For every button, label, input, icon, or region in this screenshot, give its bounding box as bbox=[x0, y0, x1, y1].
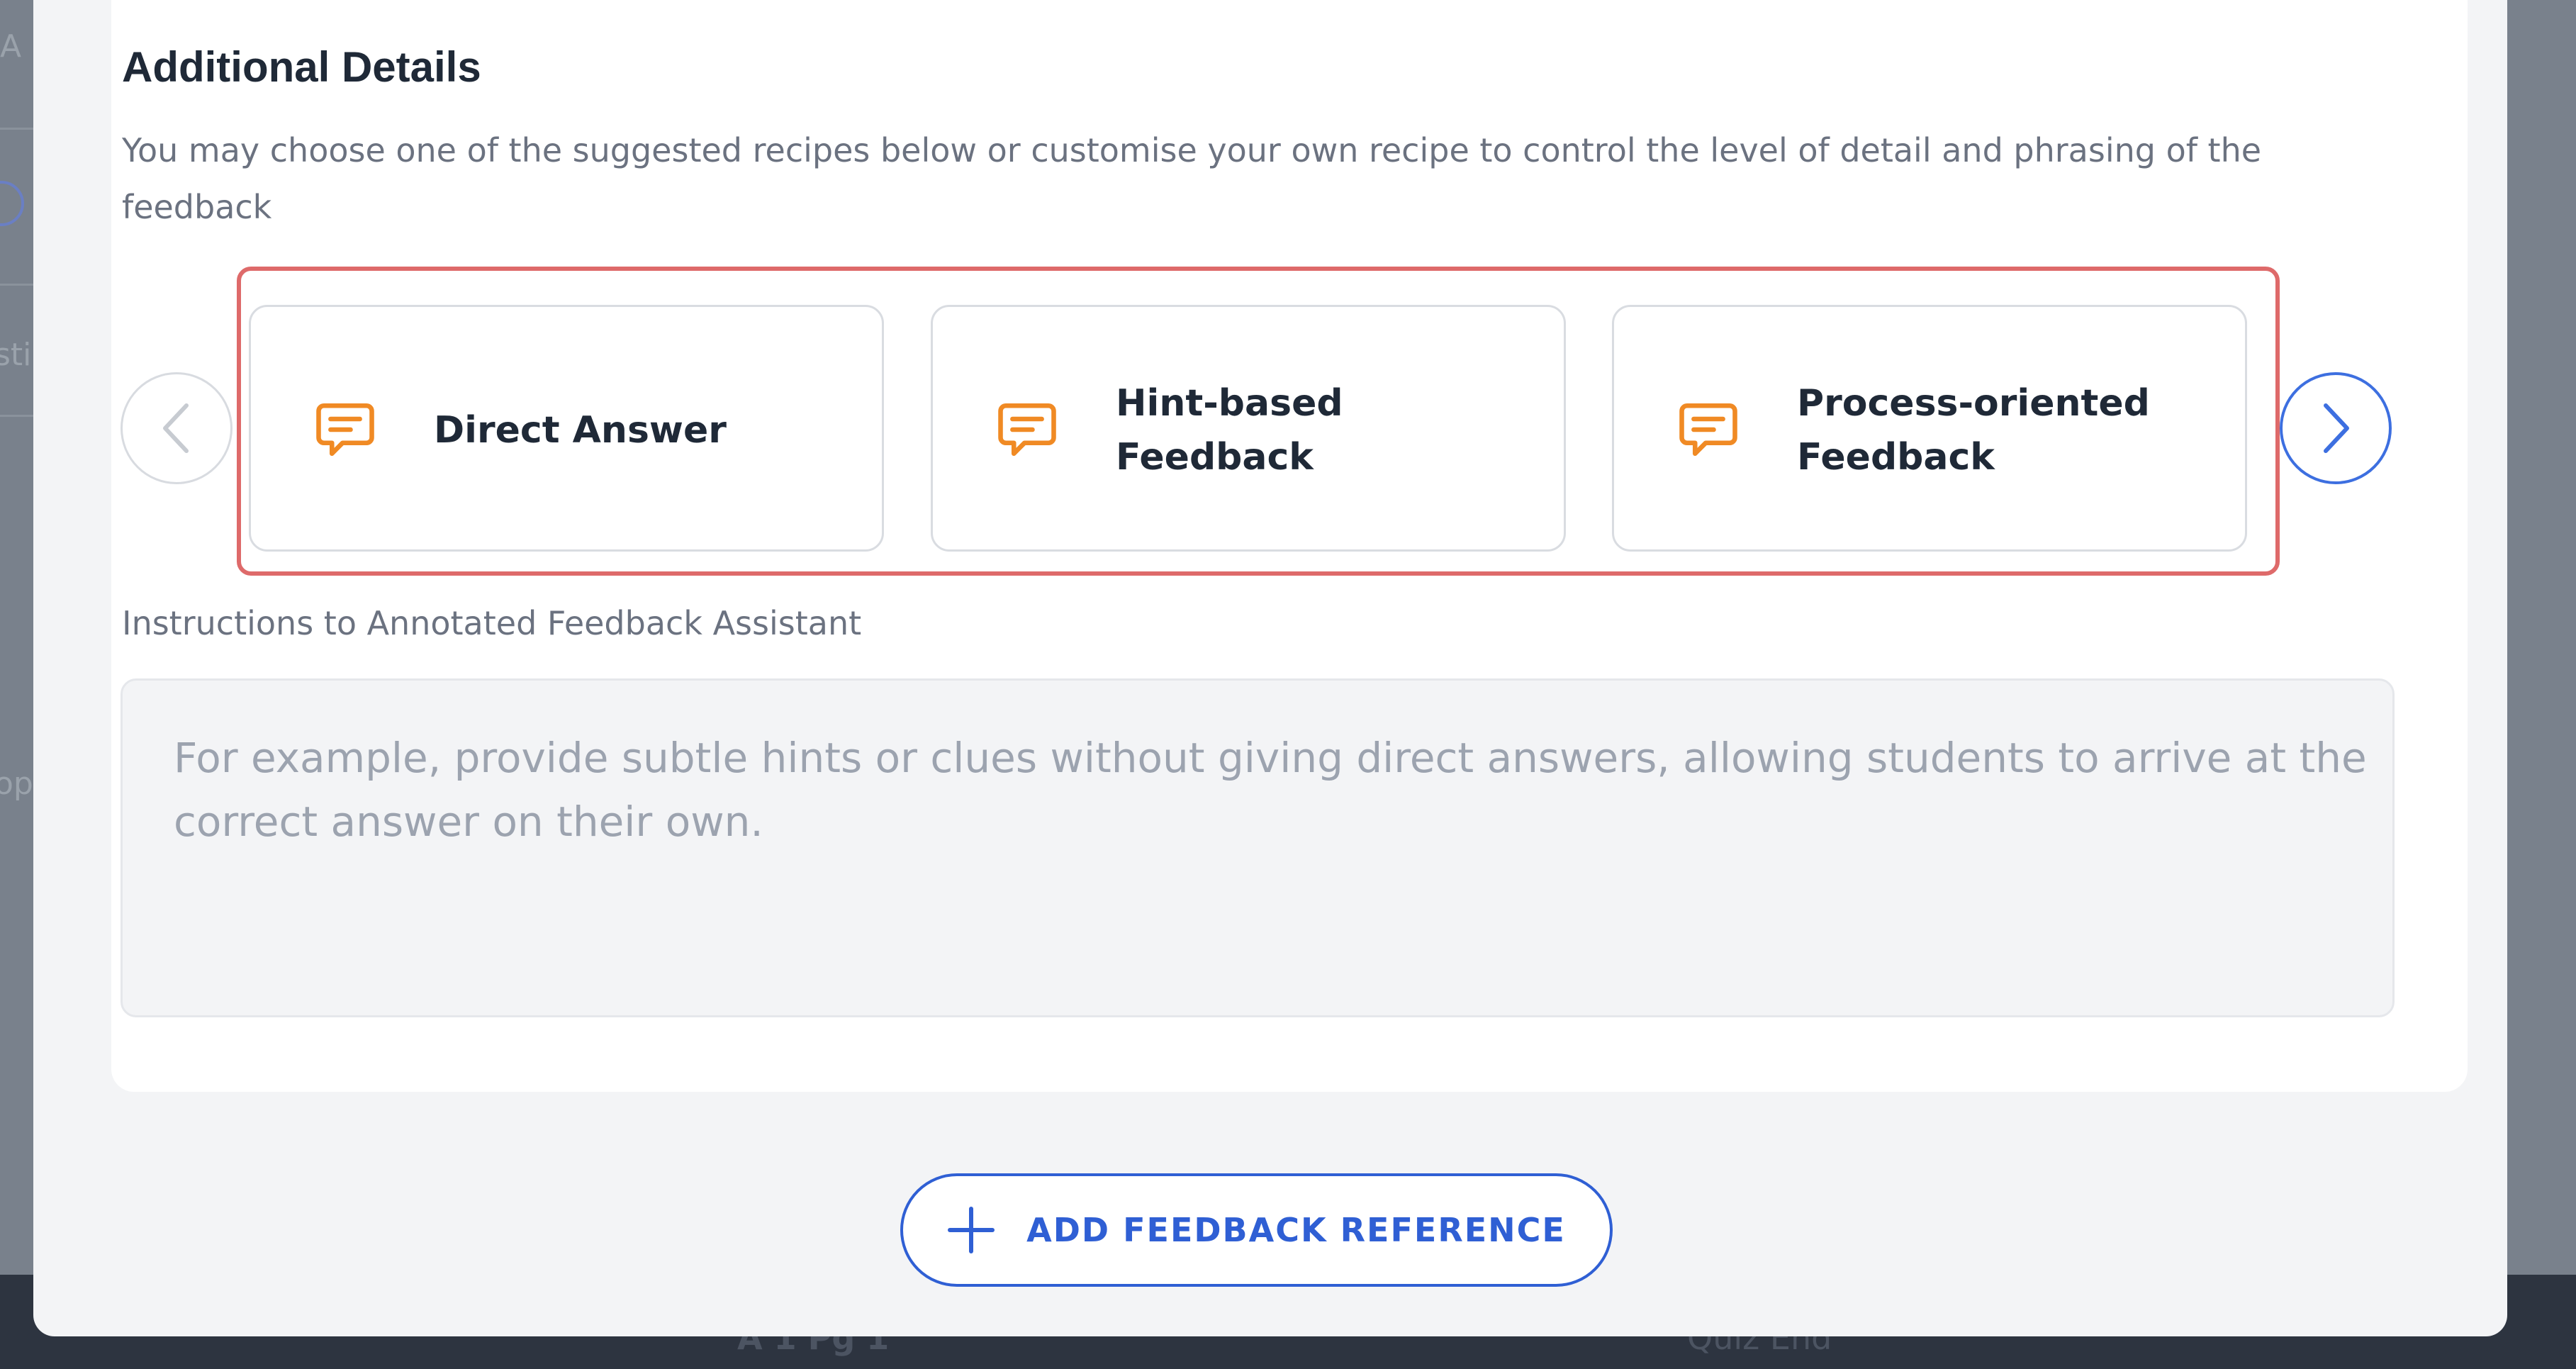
section-description: You may choose one of the suggested reci… bbox=[122, 131, 2262, 226]
chevron-right-icon bbox=[2324, 403, 2349, 453]
add-feedback-reference-button[interactable]: ADD FEEDBACK REFERENCE bbox=[900, 1173, 1613, 1287]
background-fragment: op bbox=[0, 766, 33, 802]
section-title: Additional Details bbox=[122, 43, 481, 91]
chat-bubble-icon bbox=[998, 403, 1056, 457]
carousel-prev-button[interactable] bbox=[121, 372, 233, 484]
recipe-card-direct-answer[interactable]: Direct Answer bbox=[249, 305, 884, 552]
recipe-card-process-oriented-feedback[interactable]: Process-oriented Feedback bbox=[1612, 305, 2247, 552]
recipe-label: Hint-based Feedback bbox=[1116, 382, 1343, 479]
chat-bubble-icon bbox=[1679, 403, 1737, 457]
instructions-textarea[interactable] bbox=[121, 678, 2395, 1017]
feedback-modal: Additional Details You may choose one of… bbox=[33, 0, 2507, 1336]
info-icon bbox=[0, 181, 24, 226]
background-fragment: A bbox=[0, 28, 22, 65]
plus-icon bbox=[948, 1207, 995, 1253]
background-fragment: sti bbox=[0, 337, 32, 373]
carousel-next-button[interactable] bbox=[2280, 372, 2392, 484]
recipe-label: Process-oriented Feedback bbox=[1797, 382, 2150, 479]
instructions-label: Instructions to Annotated Feedback Assis… bbox=[122, 604, 862, 642]
chat-bubble-icon bbox=[316, 403, 374, 457]
add-feedback-reference-label: ADD FEEDBACK REFERENCE bbox=[1026, 1211, 1566, 1249]
recipe-label: Direct Answer bbox=[434, 409, 727, 452]
chevron-left-icon bbox=[163, 403, 189, 453]
recipe-card-hint-based-feedback[interactable]: Hint-based Feedback bbox=[931, 305, 1566, 552]
